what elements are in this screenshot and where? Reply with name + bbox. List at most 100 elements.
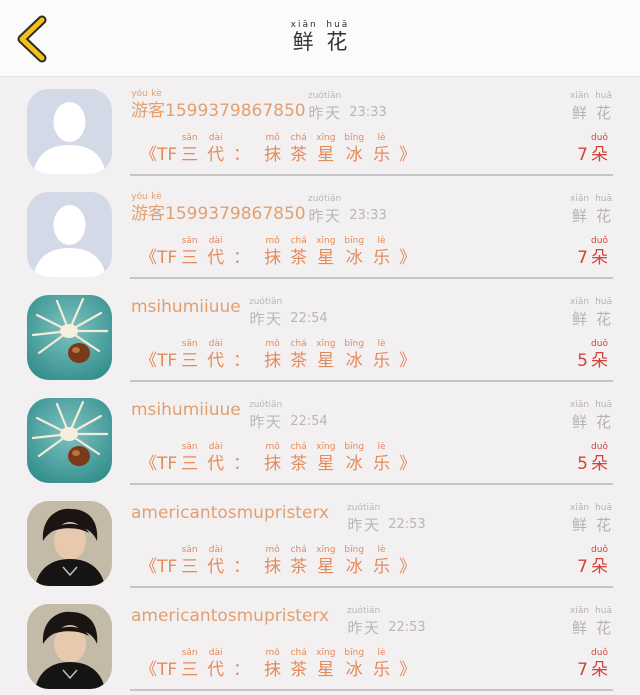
flower-char: huā 花 bbox=[595, 297, 612, 328]
product-char: bīng 冰 bbox=[344, 339, 365, 371]
flower-count: 5 duǒ 朵 bbox=[577, 442, 608, 476]
yesterday-char: zuó 昨 bbox=[308, 91, 324, 122]
product-char: mǒ 抹 bbox=[264, 545, 282, 577]
product-colon: ： bbox=[233, 351, 251, 371]
yesterday-char: tiān 天 bbox=[362, 503, 381, 534]
avatar[interactable] bbox=[27, 89, 112, 174]
flower-count: 7 duǒ 朵 bbox=[577, 648, 608, 682]
count-number: 7 bbox=[577, 145, 588, 165]
yesterday-char: zuó 昨 bbox=[347, 503, 363, 534]
flower-char: huā 花 bbox=[595, 194, 612, 225]
guest-char: kè 客 bbox=[148, 192, 165, 224]
product-char: chá 茶 bbox=[290, 442, 308, 474]
flower-record-row[interactable]: americantosmupristerx zuó 昨 tiān 天 22:53 xiān 鲜… bbox=[0, 592, 640, 695]
product-char: xīng 星 bbox=[316, 133, 336, 165]
timestamp: zuó 昨 tiān 天 22:53 bbox=[347, 503, 426, 537]
product-open: 《TF bbox=[140, 145, 178, 165]
flower-record-row[interactable]: msihumiiuue zuó 昨 tiān 天 22:54 xiān 鲜 huā 花《TF sān… bbox=[0, 386, 640, 489]
flower-char: xiān 鲜 bbox=[570, 297, 590, 328]
yesterday-char: zuó 昨 bbox=[249, 297, 265, 328]
product-name: 《TF sān 三 dài 代 ： mǒ 抹 chá 茶 xīng 星 bīng 冰 lè 乐》 bbox=[140, 442, 420, 476]
yesterday-char: zuó 昨 bbox=[347, 606, 363, 637]
avatar[interactable] bbox=[27, 398, 112, 483]
flower-record-row[interactable]: msihumiiuue zuó 昨 tiān 天 22:54 xiān 鲜 huā 花《TF sān… bbox=[0, 283, 640, 386]
flower-char: huā 花 bbox=[595, 503, 612, 534]
flower-char: xiān 鲜 bbox=[570, 606, 590, 637]
product-char: sān 三 bbox=[181, 648, 199, 680]
yesterday-char: zuó 昨 bbox=[308, 194, 324, 225]
yesterday-char: tiān 天 bbox=[264, 400, 283, 431]
flower-char: xiān 鲜 bbox=[570, 503, 590, 534]
product-close: 》 bbox=[399, 557, 417, 577]
count-number: 5 bbox=[577, 351, 588, 371]
avatar[interactable] bbox=[27, 501, 112, 586]
person-photo-avatar bbox=[27, 604, 112, 689]
unit-char: duǒ 朵 bbox=[591, 442, 608, 474]
product-char: xīng 星 bbox=[316, 236, 336, 268]
product-colon: ： bbox=[233, 454, 251, 474]
avatar[interactable] bbox=[27, 604, 112, 689]
flower-char: huā 花 bbox=[595, 606, 612, 637]
username-id: 1599379867850 bbox=[165, 101, 306, 121]
username: msihumiiuue bbox=[131, 295, 241, 319]
product-char: lè 乐 bbox=[373, 339, 391, 371]
product-colon: ： bbox=[233, 557, 251, 577]
product-char: lè 乐 bbox=[373, 133, 391, 165]
username-text: americantosmupristerx bbox=[131, 503, 330, 523]
guest-char: yóu 游 bbox=[131, 192, 148, 224]
product-char: bīng 冰 bbox=[344, 133, 365, 165]
unit-char: duǒ 朵 bbox=[591, 648, 608, 680]
yesterday-char: tiān 天 bbox=[323, 91, 342, 122]
avatar[interactable] bbox=[27, 192, 112, 277]
spider-photo-avatar bbox=[27, 398, 112, 483]
product-name: 《TF sān 三 dài 代 ： mǒ 抹 chá 茶 xīng 星 bīng 冰 lè 乐》 bbox=[140, 133, 420, 167]
product-char: sān 三 bbox=[181, 545, 199, 577]
product-close: 》 bbox=[399, 660, 417, 680]
product-open: 《TF bbox=[140, 351, 178, 371]
username: americantosmupristerx bbox=[131, 604, 329, 628]
time-value: 22:54 bbox=[290, 414, 328, 429]
time-value: 22:53 bbox=[388, 517, 426, 532]
app-header: xiān 鲜 huā 花 bbox=[0, 0, 640, 77]
username: americantosmupristerx bbox=[131, 501, 329, 525]
product-char: chá 茶 bbox=[290, 339, 308, 371]
flower-record-row[interactable]: yóu 游 kè 客 1599379867850 zuó 昨 tiān 天 23:33 xiān 鲜 h… bbox=[0, 77, 640, 180]
timestamp: zuó 昨 tiān 天 22:54 bbox=[249, 400, 328, 434]
guest-char: kè 客 bbox=[148, 89, 165, 121]
product-char: chá 茶 bbox=[290, 545, 308, 577]
avatar[interactable] bbox=[27, 295, 112, 380]
flower-count: 7 duǒ 朵 bbox=[577, 236, 608, 270]
count-number: 7 bbox=[577, 557, 588, 577]
product-close: 》 bbox=[399, 454, 417, 474]
product-char: xīng 星 bbox=[316, 545, 336, 577]
flower-label: xiān 鲜 huā 花 bbox=[564, 91, 612, 125]
product-close: 》 bbox=[399, 351, 417, 371]
flower-label: xiān 鲜 huā 花 bbox=[564, 606, 612, 640]
product-char: xīng 星 bbox=[316, 442, 336, 474]
timestamp: zuó 昨 tiān 天 22:53 bbox=[347, 606, 426, 640]
flower-count: 7 duǒ 朵 bbox=[577, 133, 608, 167]
spider-photo-avatar bbox=[27, 295, 112, 380]
product-char: sān 三 bbox=[181, 133, 199, 165]
product-char: mǒ 抹 bbox=[264, 339, 282, 371]
row-divider bbox=[130, 277, 613, 279]
product-char: sān 三 bbox=[181, 442, 199, 474]
flower-record-row[interactable]: americantosmupristerx zuó 昨 tiān 天 22:53 xiān 鲜… bbox=[0, 489, 640, 592]
product-colon: ： bbox=[233, 248, 251, 268]
flower-record-row[interactable]: yóu 游 kè 客 1599379867850 zuó 昨 tiān 天 23:33 xiān 鲜 h… bbox=[0, 180, 640, 283]
yesterday-char: tiān 天 bbox=[264, 297, 283, 328]
product-char: mǒ 抹 bbox=[264, 133, 282, 165]
flower-label: xiān 鲜 huā 花 bbox=[564, 503, 612, 537]
product-open: 《TF bbox=[140, 557, 178, 577]
username-text: msihumiiuue bbox=[131, 297, 241, 317]
product-char: chá 茶 bbox=[290, 236, 308, 268]
row-divider bbox=[130, 380, 613, 382]
product-char: bīng 冰 bbox=[344, 545, 365, 577]
yesterday-char: zuó 昨 bbox=[249, 400, 265, 431]
product-char: sān 三 bbox=[181, 236, 199, 268]
timestamp: zuó 昨 tiān 天 23:33 bbox=[308, 91, 387, 125]
unit-char: duǒ 朵 bbox=[591, 236, 608, 268]
product-char: mǒ 抹 bbox=[264, 236, 282, 268]
row-divider bbox=[130, 483, 613, 485]
product-name: 《TF sān 三 dài 代 ： mǒ 抹 chá 茶 xīng 星 bīng 冰 lè 乐》 bbox=[140, 339, 420, 373]
